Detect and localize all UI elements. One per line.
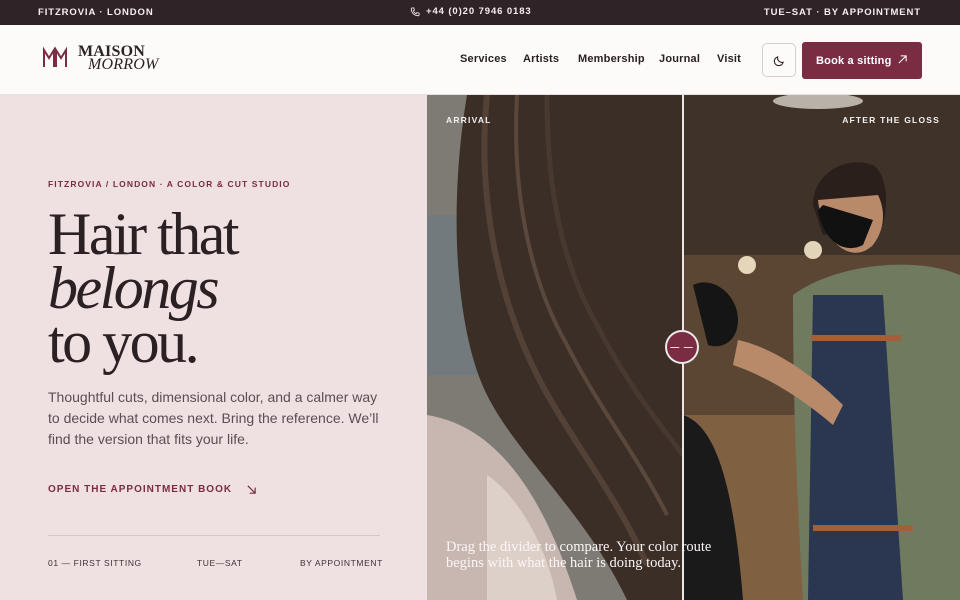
monogram-icon [43,46,67,67]
arrow-up-right-icon [898,55,907,64]
phone-icon [410,7,420,16]
headline-line-2: belongs [48,255,220,321]
hero-eyebrow: FITZROVIA / LONDON · A COLOR & CUT STUDI… [48,179,291,189]
compare-handle[interactable]: — — [665,330,699,364]
nav-services[interactable]: Services [460,53,507,65]
stylist-photo-illustration [683,95,960,600]
meta-first-sitting: 01 — FIRST SITTING [48,558,142,568]
before-after-compare[interactable]: — — ARRIVAL AFTER THE GLOSS Drag the div… [427,95,960,600]
hair-photo-illustration [427,95,683,600]
hero-intro: FITZROVIA / LONDON · A COLOR & CUT STUDI… [0,95,427,600]
meta-appointment: BY APPOINTMENT [300,558,383,568]
handle-grip-icon: — — [670,342,694,352]
site-header: MAISON MORROW Services Artists Membershi… [0,25,960,95]
after-image [683,95,960,600]
arrow-down-right-icon [247,485,256,494]
nav-journal[interactable]: Journal [659,53,700,65]
nav-artists[interactable]: Artists [523,53,559,65]
before-label: ARRIVAL [446,115,492,125]
moon-icon [773,55,784,66]
compare-caption: Drag the divider to compare. Your color … [446,539,712,571]
nav-visit[interactable]: Visit [717,53,741,65]
book-sitting-button[interactable]: Book a sitting [802,42,922,79]
hero-lede: Thoughtful cuts, dimensional color, and … [48,389,379,447]
meta-days: TUE—SAT [197,558,243,568]
theme-toggle-button[interactable] [762,43,796,77]
phone-link[interactable]: +44 (0)20 7946 0183 [410,6,532,17]
appointment-book-link[interactable]: OPEN THE APPOINTMENT BOOK [48,484,257,495]
book-sitting-label: Book a sitting [816,54,892,67]
hours-text: TUE–SAT · BY APPOINTMENT [763,7,921,18]
nav-membership[interactable]: Membership [578,53,645,65]
hero-divider [48,535,380,536]
hero-headline: Hair that belongs to you. [48,201,240,375]
appointment-book-label: OPEN THE APPOINTMENT BOOK [48,484,233,495]
brand-name-line2: MORROW [88,56,159,73]
announcement-bar: FITZROVIA · LONDON +44 (0)20 7946 0183 T… [0,0,960,25]
headline-line-3: to you. [48,309,200,375]
brand-logo[interactable]: MAISON MORROW [42,44,159,73]
after-label: AFTER THE GLOSS [842,115,940,125]
location-text: FITZROVIA · LONDON [38,7,154,18]
headline-line-1: Hair that [48,201,240,267]
before-image [427,95,683,600]
phone-number: +44 (0)20 7946 0183 [426,6,532,17]
